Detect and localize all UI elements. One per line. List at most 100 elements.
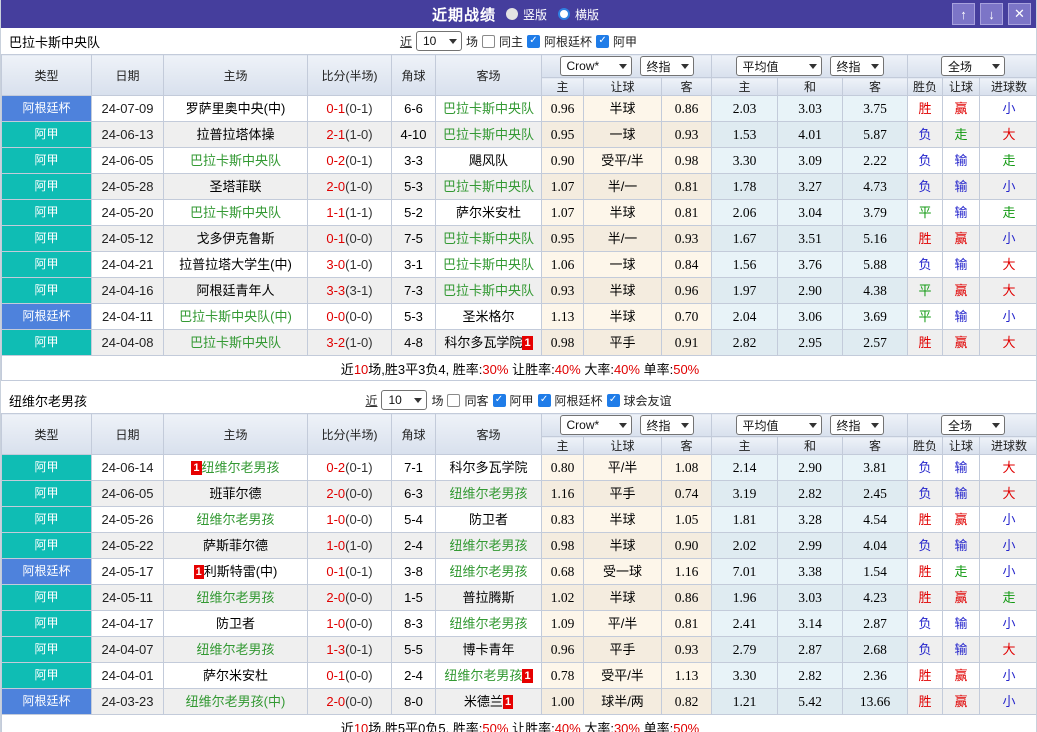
handicap-line: 半球 [583, 584, 662, 611]
match-row: 阿根廷杯 24-05-17 1 利斯特雷(中) 0-1(0-1) 3-8 纽维尔老男孩 0.6… [1, 558, 1036, 585]
result-goals: 大 [979, 121, 1036, 148]
full-match-select[interactable]: 全场 [941, 415, 1006, 435]
league-checkbox[interactable]: ✓ [492, 393, 506, 407]
score-cell: 0-1(0-1) [307, 558, 392, 585]
home-team-name: 圣塔菲联 [209, 179, 262, 194]
avg-draw-odds: 2.87 [777, 636, 843, 663]
handicap-away-odds: 0.81 [661, 199, 712, 226]
match-row: 阿根廷杯 24-04-11 巴拉卡斯中央队(中) 0-0(0-0) 5-3 圣米格尔 1.1… [1, 303, 1036, 330]
match-date: 24-06-05 [91, 147, 164, 174]
avg-home-odds: 2.03 [711, 95, 778, 122]
handicap-line: 半球 [583, 303, 662, 330]
league-type-badge: 阿根廷杯 [1, 688, 92, 715]
chevron-down-icon [680, 63, 689, 69]
avg-source-select[interactable]: 平均值 [735, 56, 822, 76]
sub-col-header: 让球 [583, 436, 662, 455]
away-team-name: 米德兰 [463, 694, 503, 709]
away-team-name: 巴拉卡斯中央队 [442, 179, 534, 194]
home-team-name: 拉普拉塔大学生(中) [179, 257, 292, 272]
result-handicap: 输 [942, 147, 981, 174]
sub-col-header: 让球 [583, 77, 662, 96]
match-row: 阿甲 24-06-14 1 纽维尔老男孩 0-2(0-1) 7-1 科尔多瓦学院 0.80 平/… [1, 454, 1036, 481]
section-controls-row: 纽维尔老男孩近 10 场同客 ✓ 阿甲 ✓ 阿根廷杯 ✓ 球会友谊 [1, 387, 1036, 413]
result-goals: 大 [979, 251, 1036, 278]
final-odds-select[interactable]: 终指 [639, 56, 694, 76]
result-goals: 小 [979, 95, 1036, 122]
final-avg-select[interactable]: 终指 [829, 56, 884, 76]
same-venue-checkbox[interactable] [481, 34, 495, 48]
result-handicap: 输 [942, 532, 981, 559]
avg-away-odds: 1.54 [841, 558, 909, 585]
league-type-badge: 阿根廷杯 [1, 558, 92, 585]
match-date: 24-04-07 [91, 636, 164, 663]
match-count-select[interactable]: 10 [381, 390, 428, 410]
result-handicap: 赢 [942, 662, 981, 689]
handicap-away-odds: 0.81 [661, 610, 712, 637]
result-goals: 大 [979, 636, 1036, 663]
up-button[interactable]: ↑ [952, 3, 975, 25]
filter-controls: 近 10 场同主 ✓ 阿根廷杯 ✓ 阿甲 [400, 31, 637, 51]
league-checkbox[interactable]: ✓ [596, 34, 610, 48]
red-card-badge: 1 [502, 695, 514, 709]
match-date: 24-04-11 [91, 303, 164, 330]
vertical-layout-radio[interactable] [505, 8, 518, 20]
match-count-select[interactable]: 10 [415, 31, 462, 51]
home-team-cell: 巴拉卡斯中央队 [163, 199, 308, 226]
away-team-cell: 纽维尔老男孩 [435, 558, 542, 585]
corner-cell: 2-4 [391, 532, 436, 559]
col-header-type: 类型 [1, 54, 92, 96]
league-checkbox[interactable]: ✓ [537, 393, 551, 407]
down-button[interactable]: ↓ [980, 3, 1003, 25]
score-cell: 3-0(1-0) [307, 251, 392, 278]
odds-source-select[interactable]: Crow* [559, 415, 632, 435]
view-mode-radios: 竖版 横版 [505, 6, 605, 23]
result-winlose: 负 [907, 147, 944, 174]
fulltime-score: 1-0 [326, 538, 346, 553]
red-card-badge: 1 [522, 336, 533, 350]
fulltime-score: 0-1 [326, 564, 346, 579]
avg-away-odds: 2.87 [841, 610, 909, 637]
near-matches-link[interactable]: 近 [365, 392, 377, 409]
score-cell: 0-1(0-0) [307, 662, 392, 689]
away-team-cell: 飓风队 [435, 147, 542, 174]
match-row: 阿根廷杯 24-03-23 纽维尔老男孩(中) 2-0(0-0) 8-0 米德兰 1 1.00… [1, 688, 1036, 715]
same-venue-checkbox[interactable] [447, 393, 461, 407]
handicap-away-odds: 0.93 [661, 636, 712, 663]
sub-col-header: 胜负 [907, 436, 944, 455]
away-team-cell: 纽维尔老男孩 [435, 610, 542, 637]
league-checkbox[interactable]: ✓ [606, 393, 620, 407]
final-odds-select[interactable]: 终指 [639, 415, 694, 435]
handicap-away-odds: 0.70 [661, 303, 712, 330]
avg-draw-odds: 3.51 [777, 225, 843, 252]
full-match-select[interactable]: 全场 [941, 56, 1006, 76]
result-winlose: 负 [907, 121, 944, 148]
away-team-name: 纽维尔老男孩 [449, 486, 528, 501]
corner-cell: 6-3 [391, 480, 436, 507]
fulltime-score: 2-1 [326, 127, 346, 142]
corner-cell: 5-3 [391, 303, 436, 330]
result-handicap: 赢 [942, 95, 981, 122]
horizontal-layout-radio[interactable] [558, 8, 570, 20]
close-button[interactable]: ✕ [1008, 3, 1031, 25]
league-checkbox[interactable]: ✓ [527, 34, 540, 48]
section-controls-row: 巴拉卡斯中央队近 10 场同主 ✓ 阿根廷杯 ✓ 阿甲 [1, 28, 1036, 54]
corner-cell: 5-3 [391, 173, 436, 200]
avg-home-odds: 7.01 [711, 558, 778, 585]
avg-away-odds: 5.16 [841, 225, 909, 252]
handicap-away-odds: 0.82 [661, 688, 712, 715]
match-date: 24-05-12 [91, 225, 164, 252]
match-date: 24-05-28 [91, 173, 164, 200]
final-avg-select[interactable]: 终指 [829, 415, 884, 435]
near-matches-link[interactable]: 近 [400, 33, 412, 50]
handicap-home-odds: 1.07 [541, 173, 584, 200]
avg-home-odds: 3.30 [711, 662, 778, 689]
sub-col-header: 客 [841, 77, 909, 96]
away-team-cell: 巴拉卡斯中央队 [435, 277, 542, 304]
odds-source-select[interactable]: Crow* [559, 56, 632, 76]
red-card-badge: 1 [191, 461, 202, 475]
league-type-badge: 阿甲 [1, 173, 92, 200]
handicap-home-odds: 0.90 [541, 147, 584, 174]
avg-source-select[interactable]: 平均值 [735, 415, 822, 435]
league-type-badge: 阿甲 [1, 225, 92, 252]
corner-cell: 6-6 [391, 95, 436, 122]
